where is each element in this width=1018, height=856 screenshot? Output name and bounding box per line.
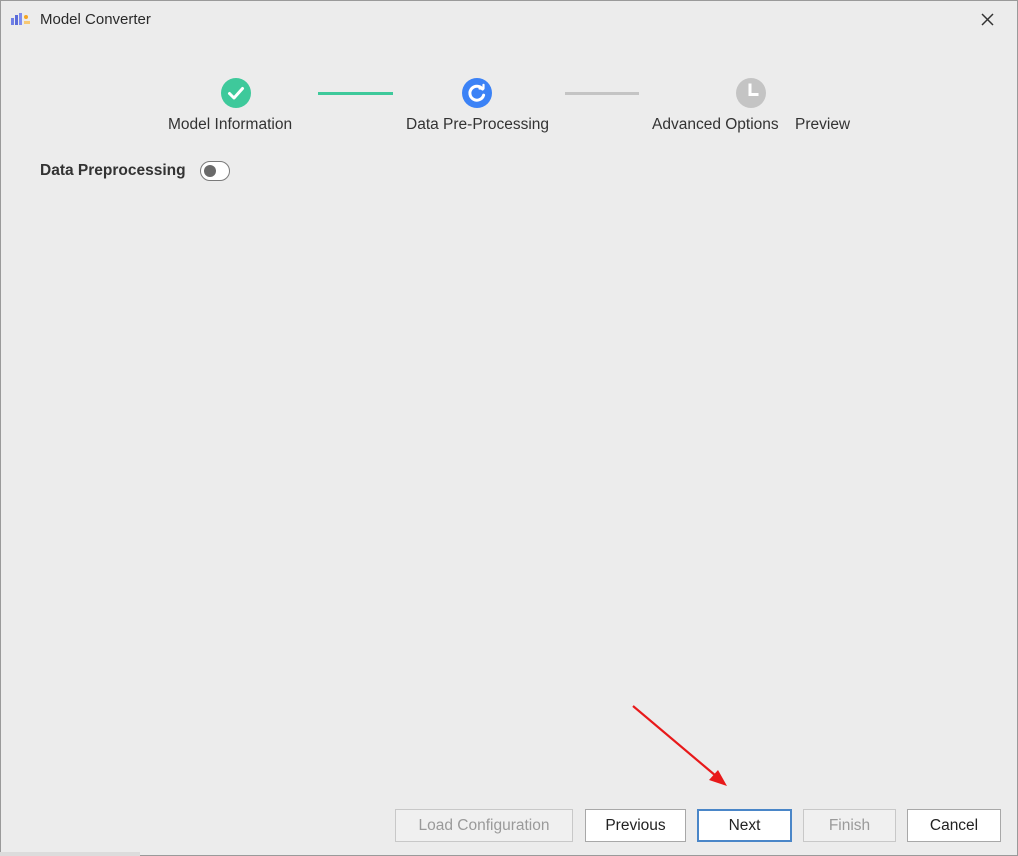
data-preprocessing-label: Data Preprocessing — [40, 162, 186, 179]
close-button[interactable] — [975, 8, 999, 32]
step-label-data-pre-processing: Data Pre-Processing — [406, 116, 550, 133]
step-connector-done — [318, 92, 393, 95]
close-icon — [981, 13, 994, 26]
refresh-circle-icon — [462, 78, 492, 108]
background-window-edge — [0, 852, 140, 856]
model-converter-window: Model Converter Model Information Data P — [0, 0, 1018, 856]
next-button[interactable]: Next — [697, 809, 792, 842]
data-preprocessing-toggle[interactable] — [200, 161, 230, 181]
finish-button[interactable]: Finish — [803, 809, 896, 842]
step-label-advanced-options: Advanced Options — [652, 116, 779, 133]
previous-button[interactable]: Previous — [585, 809, 686, 842]
step-connector-pending — [565, 92, 639, 95]
check-circle-icon — [221, 78, 251, 108]
step-label-model-information: Model Information — [168, 116, 293, 133]
load-configuration-button[interactable]: Load Configuration — [395, 809, 573, 842]
window-title: Model Converter — [40, 11, 151, 28]
app-logo-icon — [10, 12, 32, 26]
toggle-knob — [204, 165, 216, 177]
title-bar: Model Converter — [1, 1, 1017, 39]
clock-circle-icon — [736, 78, 766, 108]
cancel-button[interactable]: Cancel — [907, 809, 1001, 842]
step-label-preview: Preview — [795, 116, 851, 133]
